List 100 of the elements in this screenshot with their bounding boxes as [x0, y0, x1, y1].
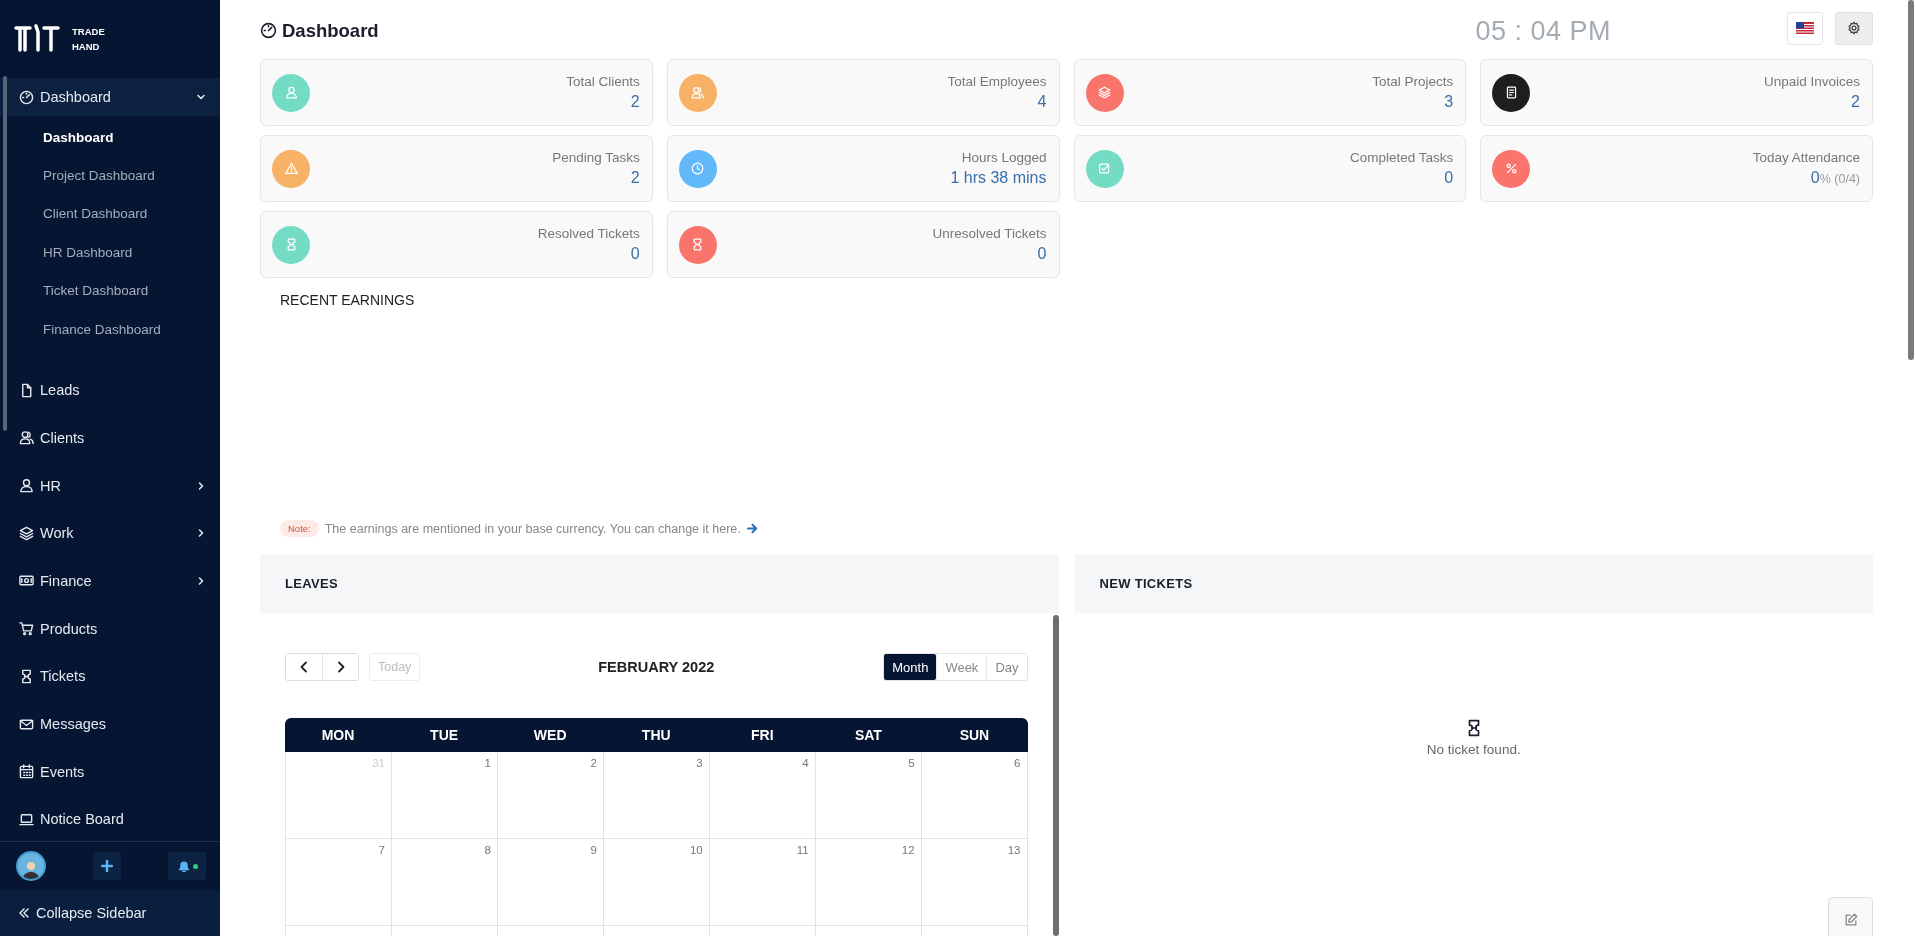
view-tab[interactable]: Month — [884, 654, 937, 680]
bell-icon — [177, 859, 191, 873]
users-icon — [19, 430, 34, 446]
stat-label: Total Projects — [1372, 74, 1454, 89]
chevron-right-icon — [196, 575, 206, 586]
menu-item[interactable]: Dashboard — [0, 78, 220, 116]
stat-value: 0% (0/4) — [1810, 169, 1860, 187]
user-icon — [19, 478, 34, 494]
stat-label: Completed Tasks — [1349, 150, 1454, 165]
logo-text: TRADE — [72, 27, 105, 37]
day-number: 11 — [796, 844, 809, 856]
weekday-label: MON — [320, 727, 356, 743]
gauge-icon — [19, 89, 34, 105]
next-button[interactable] — [322, 654, 358, 680]
person-silhouette-icon — [21, 859, 41, 879]
stat-value: 0 — [630, 245, 640, 263]
day-number: 13 — [1007, 844, 1021, 856]
weekday-label: SAT — [853, 727, 883, 743]
weekday-label: SUN — [958, 727, 991, 743]
stat-value: 2 — [630, 93, 640, 111]
gauge-icon — [260, 22, 277, 39]
users-icon — [691, 86, 705, 99]
stat-label: Total Clients — [566, 74, 640, 89]
stat-label: Pending Tasks — [552, 150, 640, 165]
submenu-item[interactable]: Project Dashboard — [43, 168, 155, 184]
percent-icon — [1504, 162, 1518, 175]
day-number: 7 — [378, 844, 385, 856]
weekday-label: TUE — [429, 727, 460, 743]
chevron-right-icon — [196, 480, 206, 491]
edit-icon — [1843, 912, 1858, 927]
empty-message: No ticket found. — [1426, 742, 1521, 757]
menu-item[interactable]: Notice Board — [0, 795, 220, 841]
scrollbar[interactable] — [1908, 0, 1914, 360]
menu-item[interactable]: HR — [0, 461, 220, 510]
weekday-label: THU — [640, 727, 672, 743]
stat-value: 2 — [630, 169, 640, 187]
stat-label: Resolved Tickets — [537, 226, 640, 241]
language-button[interactable] — [1787, 11, 1823, 45]
scrollbar[interactable] — [1052, 615, 1059, 936]
stat-value: 3 — [1444, 93, 1454, 111]
menu-item[interactable]: Finance — [0, 557, 220, 605]
stat-value: 1 hrs 38 mins — [950, 169, 1047, 187]
chevron-down-icon — [196, 92, 206, 102]
logo-text: HAND — [72, 41, 101, 51]
stat-value: 0 — [1444, 169, 1454, 187]
file-icon — [19, 382, 34, 398]
day-number: 4 — [802, 757, 809, 769]
chevron-right-icon — [335, 661, 346, 673]
panel-title: NEW TICKETS — [1099, 576, 1193, 591]
note-text: The earnings are mentioned in your base currency. You can change it here. — [324, 521, 741, 536]
collapse-sidebar-button[interactable]: Collapse Sidebar — [0, 890, 220, 936]
layers-icon — [19, 525, 34, 541]
day-number: 9 — [590, 844, 597, 856]
menu-item[interactable]: Products — [0, 604, 220, 653]
day-number: 5 — [908, 757, 915, 769]
day-number: 1 — [484, 757, 491, 769]
settings-icon — [1847, 21, 1861, 35]
view-tab[interactable]: Day — [986, 654, 1027, 680]
layers-icon — [1098, 86, 1111, 99]
menu-item[interactable]: Work — [0, 509, 220, 558]
settings-button[interactable] — [1835, 11, 1873, 45]
checkbox-icon — [1098, 162, 1111, 175]
note-badge: Note: — [280, 520, 319, 537]
laptop-icon — [19, 811, 34, 827]
menu-item[interactable]: Messages — [0, 700, 220, 748]
submenu-item[interactable]: Ticket Dashboard — [43, 283, 149, 299]
scrollbar[interactable] — [3, 76, 7, 431]
submenu-item[interactable]: Dashboard — [43, 129, 114, 145]
user-icon — [284, 86, 298, 99]
clock: 05 : 04 PM — [1475, 16, 1611, 47]
avatar[interactable] — [16, 851, 46, 881]
receipt-icon — [1504, 86, 1518, 99]
clock-icon — [691, 162, 705, 175]
submenu-item[interactable]: HR Dashboard — [43, 244, 133, 260]
section-title: RECENT EARNINGS — [280, 292, 416, 308]
day-number: 6 — [1014, 757, 1021, 769]
day-number: 10 — [689, 844, 703, 856]
submenu-item[interactable]: Client Dashboard — [43, 206, 148, 222]
stat-label: Unpaid Invoices — [1763, 74, 1860, 89]
calendar-title: FEBRUARY 2022 — [598, 659, 715, 675]
stat-value: 2 — [1851, 93, 1860, 111]
day-number: 2 — [590, 757, 597, 769]
chevron-right-icon — [196, 528, 206, 539]
submenu-item[interactable]: Finance Dashboard — [43, 321, 161, 337]
cart-icon — [19, 621, 34, 637]
warning-icon — [284, 162, 298, 175]
menu-item[interactable]: Clients — [0, 414, 220, 462]
menu-item[interactable]: Events — [0, 747, 220, 796]
notifications-button[interactable] — [168, 852, 206, 880]
stat-label: Total Employees — [947, 74, 1047, 89]
calendar-icon — [19, 764, 34, 780]
flag-icon — [1796, 22, 1814, 34]
stat-label: Today Attendance — [1752, 150, 1860, 165]
panel-title: LEAVES — [285, 576, 338, 591]
menu-item[interactable]: Leads — [0, 366, 220, 415]
menu-item[interactable]: Tickets — [0, 652, 220, 701]
add-button[interactable] — [93, 852, 121, 880]
stat-value: 0 — [1037, 245, 1047, 263]
arrow-right-icon[interactable] — [746, 523, 758, 534]
double-chevron-left-icon — [18, 907, 30, 919]
